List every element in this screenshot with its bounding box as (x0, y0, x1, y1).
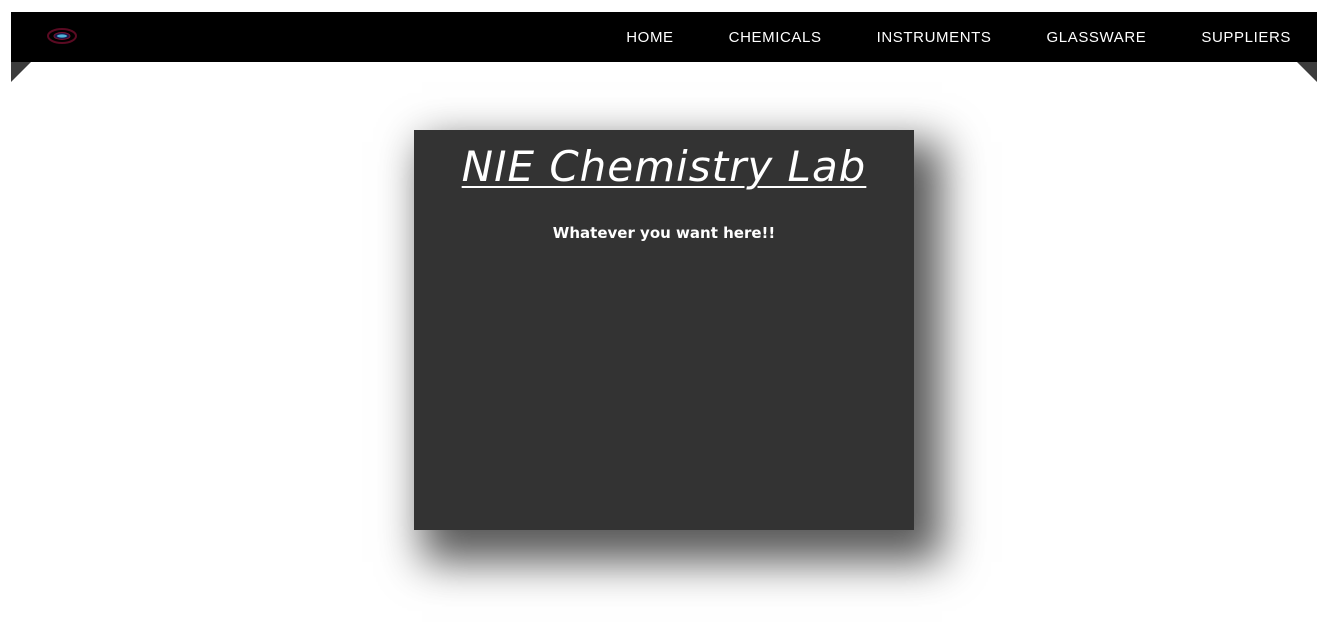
page: HOME CHEMICALS INSTRUMENTS GLASSWARE SUP… (0, 0, 1339, 627)
card-title: NIE Chemistry Lab (461, 142, 867, 191)
nav-links: HOME CHEMICALS INSTRUMENTS GLASSWARE SUP… (571, 12, 1291, 62)
nav-instruments-link[interactable]: INSTRUMENTS (877, 29, 992, 46)
nav-home-link[interactable]: HOME (626, 29, 673, 46)
chemistry-logo-icon[interactable] (45, 26, 79, 46)
navbar-ribbon-left (11, 62, 31, 82)
card-subtitle: Whatever you want here!! (552, 224, 776, 242)
navbar-ribbon-right (1297, 62, 1317, 82)
lab-card: NIE Chemistry Lab Whatever you want here… (414, 130, 914, 530)
top-navbar: HOME CHEMICALS INSTRUMENTS GLASSWARE SUP… (11, 12, 1317, 62)
nav-chemicals-link[interactable]: CHEMICALS (729, 29, 822, 46)
nav-glassware-link[interactable]: GLASSWARE (1047, 29, 1147, 46)
nav-suppliers-link[interactable]: SUPPLIERS (1201, 29, 1291, 46)
